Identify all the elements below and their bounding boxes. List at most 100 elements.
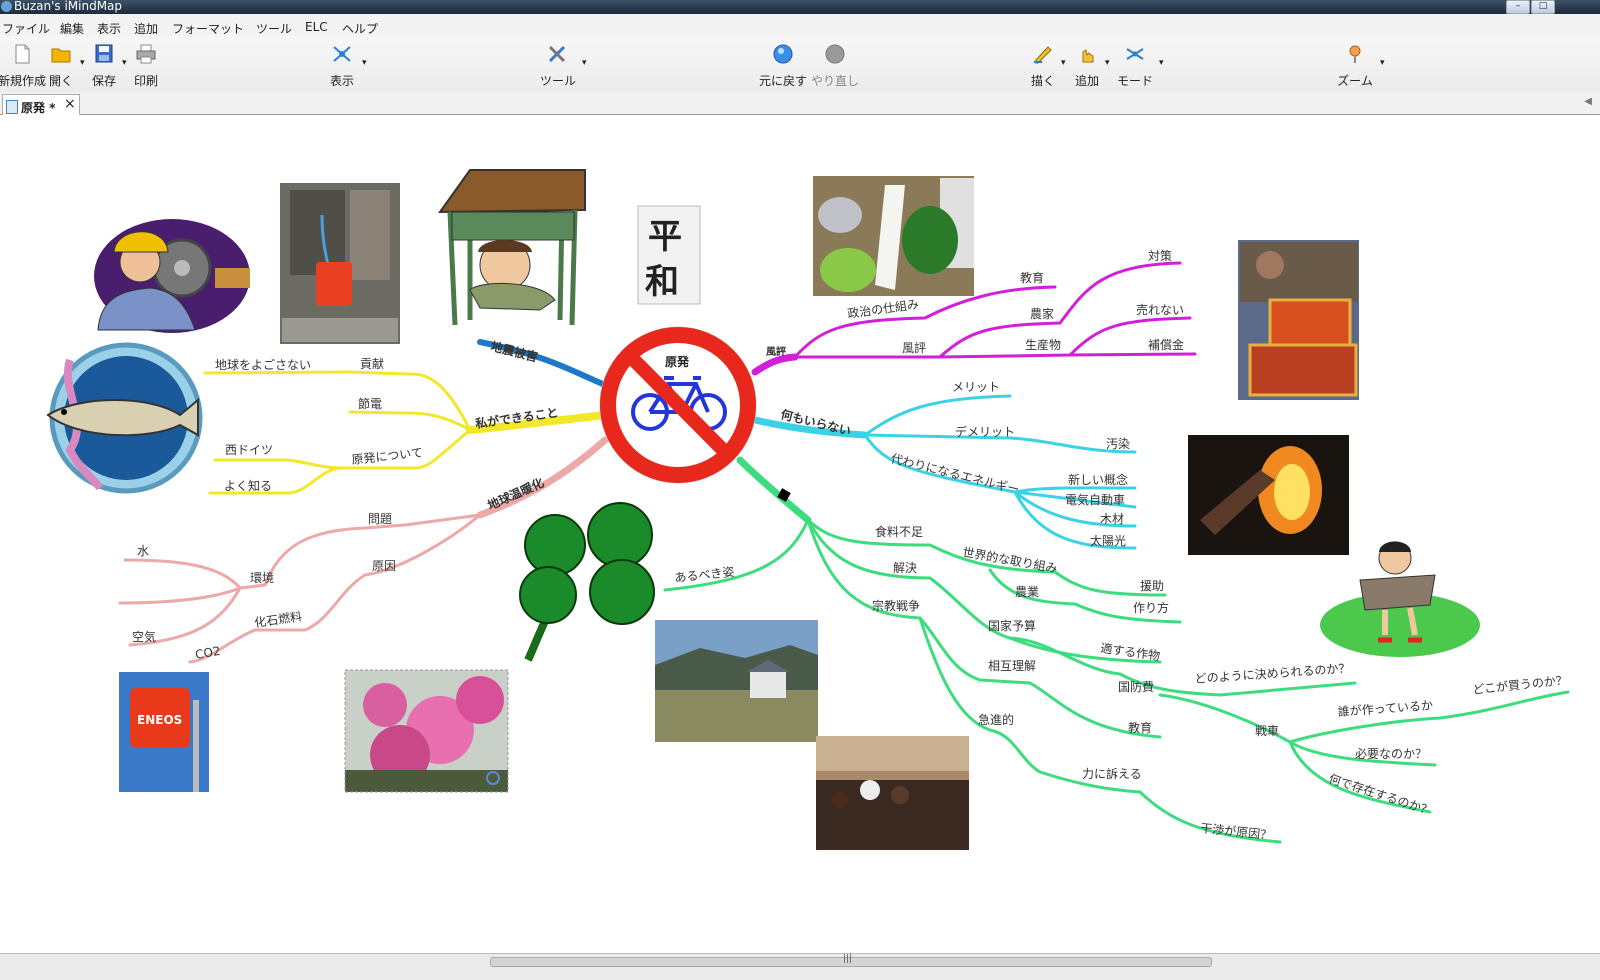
label-damage[interactable]: 風評 [766,345,786,358]
open-dropdown-icon[interactable]: ▾ [80,58,85,68]
label-sensha[interactable]: 戦車 [1255,724,1279,738]
label-kyoiku2[interactable]: 教育 [1128,720,1152,735]
menu-tools[interactable]: ツール [256,20,292,37]
label-shukyo[interactable]: 宗教戦争 [872,598,920,613]
label-ev[interactable]: 電気自動車 [1065,492,1125,507]
maximize-button[interactable]: □ [1531,0,1555,14]
label-kansho[interactable]: 干渉が原因？ [1200,820,1273,842]
draw-dropdown-icon[interactable]: ▾ [1061,58,1066,68]
label-sekai[interactable]: 世界的な取り組み [961,544,1058,575]
view-dropdown-icon[interactable]: ▾ [362,58,367,68]
central-topic-label: 原発 [665,354,690,369]
eneos-sign-photo[interactable]: ENEOS [119,672,209,792]
scrollbar-thumb[interactable]: ||| [490,954,1212,967]
fire-photo[interactable] [1188,435,1349,555]
label-seisanbutsu[interactable]: 生産物 [1025,337,1061,352]
printer-icon [136,44,156,64]
label-mokuzai[interactable]: 木材 [1100,512,1124,526]
menu-edit[interactable]: 編集 [60,20,84,37]
menu-file[interactable]: ファイル [2,20,50,37]
new-document-icon [15,44,30,64]
crowd-photo[interactable] [816,736,969,850]
landscape-photo[interactable] [655,620,818,742]
label-naze[interactable]: 何で存在するのか？ [1327,772,1434,819]
label-merit[interactable]: メリット [952,380,1000,394]
label-arubeki[interactable]: あるべき姿 [674,565,735,585]
mode-branches-icon [1126,48,1144,60]
label-enjo[interactable]: 援助 [1140,579,1164,593]
market-stall-photo[interactable] [1238,240,1359,400]
label-urenai[interactable]: 売れない [1136,302,1184,317]
label-chikara[interactable]: 力に訴える [1082,766,1142,781]
label-kankyo[interactable]: 環境 [250,570,274,585]
label-hoshokin[interactable]: 補償金 [1148,337,1184,352]
title-bar: Buzan's iMindMap – □ [0,0,1600,14]
label-nishidoitsu[interactable]: 西ドイツ [225,443,273,457]
tab-document[interactable]: 原発 * × [2,94,80,115]
label-mizu[interactable]: 水 [137,544,149,558]
mode-dropdown-icon[interactable]: ▾ [1159,58,1164,68]
label-quake[interactable]: 地震被害 [489,338,539,364]
label-mondai[interactable]: 問題 [368,512,392,526]
four-leaf-clover-image[interactable] [519,502,655,662]
stamp-char-1: 平 [648,217,682,257]
label-taiyo[interactable]: 太陽光 [1090,533,1126,548]
label-kaseki[interactable]: 化石燃料 [253,608,303,630]
label-yokushiru[interactable]: よく知る [224,479,272,493]
minimize-button[interactable]: – [1506,0,1530,14]
central-topic[interactable]: 原発 [599,326,757,484]
label-dare[interactable]: 誰が作っているか [1337,697,1433,719]
eneos-sign-label: ENEOS [137,713,182,727]
mindmap-canvas[interactable]: 地震被害 私ができること 貢献 地球をよごさない 節電 原発について 西ドイツ … [0,115,1600,953]
menu-help[interactable]: ヘルプ [342,20,378,37]
label-chikyu[interactable]: 地球をよごさない [215,357,311,372]
add-dropdown-icon[interactable]: ▾ [1105,58,1110,68]
menu-view[interactable]: 表示 [97,20,121,37]
blossom-photo[interactable] [344,669,509,793]
boy-reading-clipart[interactable] [1320,541,1480,658]
label-nouka[interactable]: 農家 [1030,306,1054,321]
label-yosan[interactable]: 国家予算 [988,618,1036,633]
label-shokuryo[interactable]: 食料不足 [875,524,923,539]
tab-scroll-left-icon[interactable]: ◀ [1584,96,1592,107]
boy-under-desk-clipart[interactable] [438,169,586,326]
close-tab-icon[interactable]: × [64,96,76,112]
label-kokuboh[interactable]: 国防費 [1118,679,1154,694]
vegetables-photo[interactable] [813,176,974,296]
menu-insert[interactable]: 追加 [134,20,158,37]
label-kouken[interactable]: 貢献 [360,356,384,371]
label-about[interactable]: 原発について [351,446,424,467]
label-co2[interactable]: CO2 [194,644,222,662]
fish-clipart-image[interactable] [46,342,203,494]
label-kyushin[interactable]: 急進的 [978,712,1014,727]
label-taisaku[interactable]: 対策 [1148,249,1172,263]
label-gainen[interactable]: 新しい概念 [1068,472,1128,487]
label-kuuki[interactable]: 空気 [132,629,156,644]
label-fuhyo[interactable]: 風評 [902,340,926,355]
label-kyoiku[interactable]: 教育 [1020,270,1044,285]
menu-format[interactable]: フォーマット [172,20,244,37]
scrollbar-grip-icon: ||| [843,954,853,964]
horizontal-scrollbar[interactable]: ||| [0,953,1600,980]
peace-calligraphy-image[interactable]: 平 和 [637,205,701,305]
save-dropdown-icon[interactable]: ▾ [122,58,127,68]
label-nougyo[interactable]: 農業 [1015,585,1039,599]
branch-cando[interactable] [203,370,609,495]
fuel-can-photo[interactable] [280,183,400,344]
label-setsuden[interactable]: 節電 [358,396,382,411]
label-kaiketsu[interactable]: 解決 [893,561,917,575]
label-warming[interactable]: 地球温暖化 [485,475,546,513]
worker-clipart-image[interactable] [94,219,250,333]
label-osen[interactable]: 汚染 [1106,436,1130,451]
label-kawari[interactable]: 代わりになるエネルギー [889,451,1020,497]
menu-elc[interactable]: ELC [305,20,328,34]
label-genin[interactable]: 原因 [372,559,396,573]
zoom-dropdown-icon[interactable]: ▾ [1380,58,1385,68]
tools-dropdown-icon[interactable]: ▾ [582,58,587,68]
label-demerit[interactable]: デメリット [955,424,1015,439]
mindmap-svg: 地震被害 私ができること 貢献 地球をよごさない 節電 原発について 西ドイツ … [46,169,1570,850]
label-sogo[interactable]: 相互理解 [988,659,1036,673]
label-hitsuyo[interactable]: 必要なのか？ [1355,747,1427,761]
label-tsukurikata[interactable]: 作り方 [1133,600,1169,615]
label-dono[interactable]: どのように決められるのか？ [1194,661,1351,686]
